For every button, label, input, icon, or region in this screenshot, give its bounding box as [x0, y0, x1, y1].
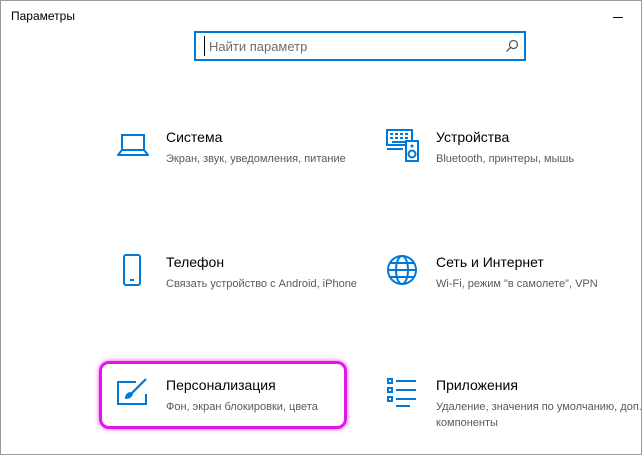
tile-title: Персонализация	[166, 377, 276, 393]
keyboard-speaker-icon	[386, 129, 419, 162]
paint-brush-icon	[117, 378, 147, 405]
tile-title: Сеть и Интернет	[436, 254, 544, 270]
search-box[interactable]	[194, 31, 526, 61]
tile-phone[interactable]: Телефон Связать устройство с Android, iP…	[116, 254, 366, 324]
tile-title: Устройства	[436, 129, 510, 145]
laptop-icon	[117, 134, 149, 156]
tile-description: Bluetooth, принтеры, мышь	[436, 153, 575, 165]
search-icon[interactable]	[505, 39, 519, 53]
tile-title: Приложения	[436, 377, 518, 393]
tile-apps[interactable]: Приложения Удаление, значения по умолчан…	[386, 377, 642, 447]
phone-icon	[123, 254, 141, 286]
window-title: Параметры	[11, 9, 75, 23]
tile-description: Удаление, значения по умолчанию, доп. ко…	[436, 401, 642, 429]
tile-description: Wi-Fi, режим "в самолете", VPN	[436, 278, 598, 290]
tile-network[interactable]: Сеть и Интернет Wi-Fi, режим "в самолете…	[386, 254, 636, 324]
tile-personalization[interactable]: Персонализация Фон, экран блокировки, цв…	[116, 377, 366, 447]
tile-description: Экран, звук, уведомления, питание	[166, 153, 346, 165]
tile-title: Система	[166, 129, 223, 145]
tile-devices[interactable]: Устройства Bluetooth, принтеры, мышь	[386, 129, 636, 199]
tile-description: Фон, экран блокировки, цвета	[166, 401, 318, 413]
minimize-button[interactable]	[595, 1, 641, 31]
settings-window: Параметры Система Экран, звук, уведомлен…	[0, 0, 642, 455]
tile-system[interactable]: Система Экран, звук, уведомления, питани…	[116, 129, 366, 199]
search-input[interactable]	[204, 36, 499, 56]
title-bar: Параметры	[1, 1, 641, 31]
tile-title: Телефон	[166, 254, 225, 270]
tile-description: Связать устройство с Android, iPhone	[166, 278, 357, 290]
apps-list-icon	[387, 378, 416, 407]
globe-icon	[387, 255, 417, 285]
